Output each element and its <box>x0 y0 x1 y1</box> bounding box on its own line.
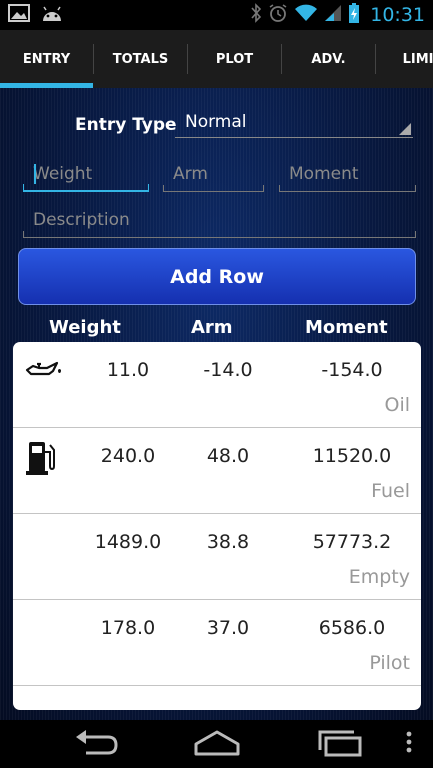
row-description: Empty <box>348 566 410 588</box>
moment-field[interactable]: Moment <box>279 156 416 192</box>
fuel-pump-icon <box>23 440 63 476</box>
entry-type-label: Entry Type <box>75 115 177 135</box>
gallery-icon <box>8 4 30 26</box>
list-item-partial[interactable] <box>13 686 421 710</box>
home-icon[interactable] <box>192 728 242 762</box>
row-description: Pilot <box>369 652 410 674</box>
arm-placeholder: Arm <box>173 164 208 184</box>
row-description: Oil <box>384 394 410 416</box>
weight-field[interactable]: Weight <box>23 156 149 192</box>
android-icon <box>40 4 64 26</box>
tab-plot[interactable]: PLOT <box>188 30 281 88</box>
tab-adv[interactable]: ADV. <box>282 30 375 88</box>
row-description: Fuel <box>371 480 410 502</box>
description-placeholder: Description <box>33 210 130 230</box>
moment-placeholder: Moment <box>289 164 359 184</box>
clock: 10:31 <box>370 4 425 26</box>
overflow-menu-icon[interactable] <box>404 730 414 758</box>
row-arm: 38.8 <box>206 531 250 553</box>
entry-type-select[interactable]: Normal <box>175 106 413 138</box>
arm-field[interactable]: Arm <box>163 156 264 192</box>
wifi-icon <box>294 4 318 26</box>
row-moment: 11520.0 <box>312 445 392 467</box>
tab-limit[interactable]: LIMIT <box>376 30 433 88</box>
description-field[interactable]: Description <box>23 202 416 238</box>
tab-bar: ENTRY TOTALS PLOT ADV. LIMIT <box>0 30 433 88</box>
dropdown-arrow-icon <box>399 123 411 135</box>
row-arm: 48.0 <box>206 445 250 467</box>
oil-can-icon <box>23 354 63 390</box>
navigation-bar <box>0 720 433 768</box>
row-moment: 6586.0 <box>318 617 386 639</box>
tab-entry[interactable]: ENTRY <box>0 30 93 88</box>
row-arm: -14.0 <box>203 359 253 381</box>
list-item[interactable]: 178.0 37.0 6586.0 Pilot <box>13 600 421 686</box>
entry-type-value: Normal <box>185 112 247 132</box>
entry-list: 11.0 -14.0 -154.0 Oil 240.0 48.0 11520.0… <box>13 342 421 710</box>
battery-charging-icon <box>348 2 360 28</box>
row-moment: 57773.2 <box>312 531 392 553</box>
status-bar: 10:31 <box>0 0 433 30</box>
entry-screen: Entry Type Normal Weight Arm Moment Desc… <box>0 88 433 720</box>
weight-placeholder: Weight <box>33 164 93 184</box>
row-moment: -154.0 <box>321 359 383 381</box>
text-cursor <box>34 164 36 184</box>
list-item[interactable]: 11.0 -14.0 -154.0 Oil <box>13 342 421 428</box>
column-header-moment: Moment <box>305 317 388 338</box>
column-header-arm: Arm <box>191 317 233 338</box>
bluetooth-icon <box>250 3 262 27</box>
column-header-weight: Weight <box>49 317 121 338</box>
back-icon[interactable] <box>72 728 120 762</box>
list-item[interactable]: 240.0 48.0 11520.0 Fuel <box>13 428 421 514</box>
add-row-button[interactable]: Add Row <box>18 248 416 305</box>
tab-totals[interactable]: TOTALS <box>94 30 187 88</box>
recent-apps-icon[interactable] <box>316 728 364 762</box>
signal-icon <box>324 4 342 26</box>
row-arm: 37.0 <box>206 617 250 639</box>
list-item[interactable]: 1489.0 38.8 57773.2 Empty <box>13 514 421 600</box>
alarm-icon <box>268 3 288 27</box>
